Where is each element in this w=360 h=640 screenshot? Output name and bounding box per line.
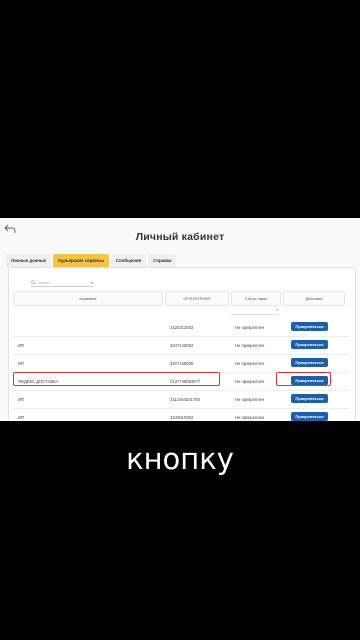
cell-name: ИП [18,397,25,402]
cell-name: ИП [18,361,25,366]
table-row: ИП 3207148005 Не прикреплен Прикрепиться [13,355,349,373]
highlight-box-button [276,372,331,386]
page-title: Личный кабинет [135,231,225,243]
courier-services-panel: Искать ▾ Название ОГРН/ОГРНИП Статус зак… [8,267,356,421]
cell-status: Не прикреплен [235,343,265,348]
tab-personal-data[interactable]: Личные данные [6,254,52,267]
highlight-box-name [13,372,220,386]
attach-button[interactable]: Прикрепиться [291,394,328,403]
tab-help[interactable]: Справка [148,254,177,267]
table-row: ИП 3247148002 Не прикреплен Прикрепиться [13,337,349,355]
search-icon [31,279,36,285]
attach-button[interactable]: Прикрепиться [291,412,328,421]
header-ogrn: ОГРН/ОГРНИП [165,291,229,306]
cell-ogrn: 3207148005 [170,361,194,366]
search-placeholder: Искать [38,279,51,285]
chevron-down-icon: ▾ [90,279,93,285]
header-actions: Действия [283,291,345,306]
table-header: Название ОГРН/ОГРНИП Статус заказ Действ… [13,291,349,306]
app-screen: Личный кабинет Личные данные Курьерские … [0,218,360,421]
cell-name: ИП [18,343,25,348]
cell-ogrn: 3112464031700 [170,397,200,402]
status-filter-select[interactable]: ▾ [231,307,279,315]
cell-ogrn: 3247148002 [170,343,194,348]
cell-name: ИП [18,415,25,420]
cell-status: Не прикреплен [235,415,265,420]
table-row: 3120312933 Не прикреплен Прикрепиться [13,319,349,337]
table-row: ИП 3112464031700 Не прикреплен Прикрепит… [13,391,349,409]
cell-status: Не прикреплен [235,397,265,402]
cell-status: Не прикреплен [235,325,265,330]
tab-bar: Личные данные Курьерские сервисы Сообщен… [6,254,177,267]
header-name: Название [13,291,163,306]
header-status: Статус заказ [231,291,281,306]
attach-button[interactable]: Прикрепиться [291,340,328,349]
chevron-down-icon: ▾ [275,307,278,312]
tab-courier-services[interactable]: Курьерские сервисы [53,254,109,267]
table-body: 3120312933 Не прикреплен Прикрепиться ИП… [13,319,349,421]
cell-ogrn: 3120312933 [170,325,194,330]
attach-button[interactable]: Прикрепиться [291,358,328,367]
cell-status: Не прикреплен [235,379,265,384]
search-input[interactable]: Искать ▾ [31,278,93,287]
cell-ogrn: 3240810062 [170,415,194,420]
cell-status: Не прикреплен [235,361,265,366]
attach-button[interactable]: Прикрепиться [291,322,328,331]
video-caption: кнопку [126,442,234,476]
tab-messages[interactable]: Сообщения [110,254,147,267]
table-row: ИП 3240810062 Не прикреплен Прикрепиться [13,409,349,421]
